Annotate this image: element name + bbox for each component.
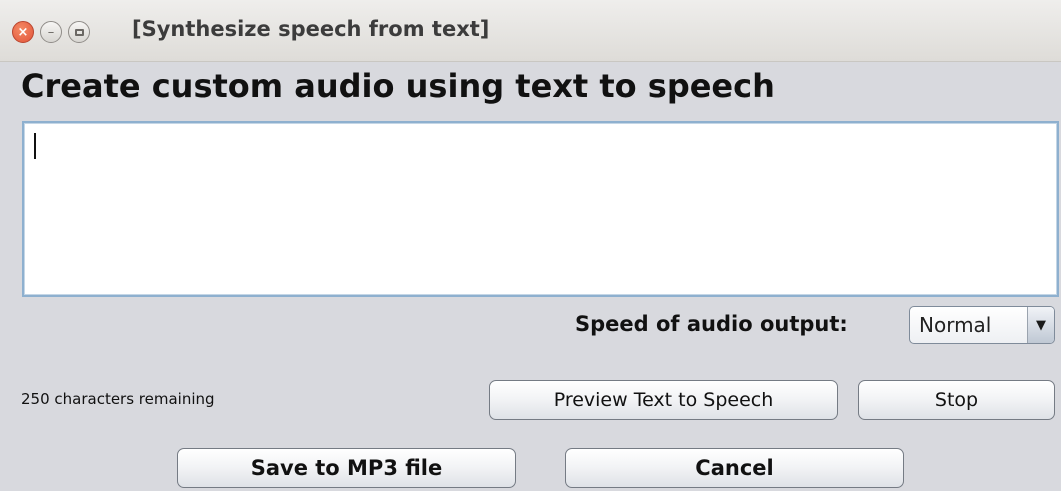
dropdown-arrow-icon[interactable]: ▼ (1027, 307, 1054, 343)
speed-selected-value: Normal (919, 313, 992, 337)
dialog-window: × – [Synthesize speech from text] Create… (0, 0, 1061, 491)
speed-select[interactable]: Normal ▼ (909, 306, 1055, 344)
speed-label: Speed of audio output: (575, 312, 848, 336)
close-glyph: × (17, 24, 29, 40)
cancel-button[interactable]: Cancel (565, 448, 904, 488)
window-title: [Synthesize speech from text] (132, 17, 490, 41)
minimize-glyph: – (47, 24, 55, 40)
maximize-icon[interactable] (68, 21, 90, 43)
stop-button[interactable]: Stop (858, 380, 1055, 420)
title-bar[interactable]: × – [Synthesize speech from text] (0, 0, 1061, 62)
maximize-glyph (74, 28, 84, 36)
page-title: Create custom audio using text to speech (21, 67, 775, 105)
save-mp3-button[interactable]: Save to MP3 file (177, 448, 516, 488)
characters-remaining: 250 characters remaining (21, 390, 215, 408)
minimize-icon[interactable]: – (40, 21, 62, 43)
text-caret (34, 133, 36, 159)
preview-tts-button[interactable]: Preview Text to Speech (489, 380, 838, 420)
close-icon[interactable]: × (12, 21, 34, 43)
speech-text-input[interactable] (22, 121, 1059, 297)
